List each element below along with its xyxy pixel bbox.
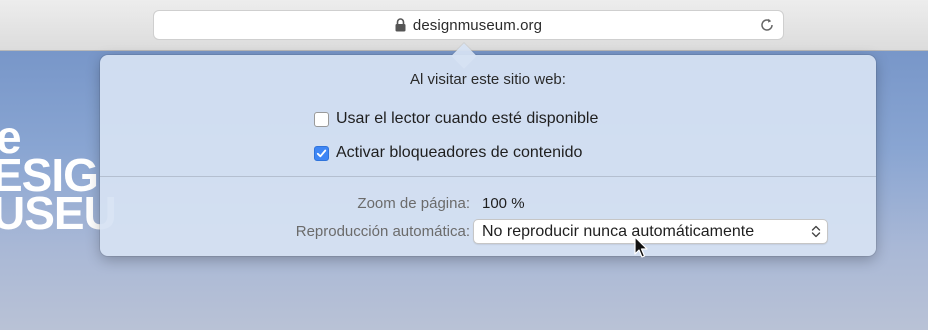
reload-icon[interactable] [759,17,775,33]
zoom-label: Zoom de página: [357,195,470,212]
url-text: designmuseum.org [412,16,543,34]
divider [100,176,876,177]
zoom-value: 100 % [482,195,525,212]
logo-line-3: USEU [0,187,117,239]
reader-option[interactable]: Usar el lector cuando esté disponible [314,110,598,128]
background-logo: e ESIG USEU [0,114,117,239]
blockers-label: Activar bloqueadores de contenido [336,144,583,161]
address-center: designmuseum.org [154,11,783,39]
autoplay-select[interactable]: No reproducir nunca automáticamente [473,219,828,244]
checkmark-icon [316,149,327,157]
blockers-option[interactable]: Activar bloqueadores de contenido [314,144,582,162]
site-settings-popover: Al visitar este sitio web: Usar el lecto… [100,43,876,256]
up-down-chevron-icon [811,225,821,238]
address-bar[interactable]: designmuseum.org [153,10,784,40]
popover-title: Al visitar este sitio web: [410,71,566,88]
blockers-checkbox[interactable] [314,145,329,161]
mouse-pointer-icon [634,236,648,258]
lock-icon [395,18,406,32]
reader-checkbox[interactable] [314,111,329,127]
reader-label: Usar el lector cuando esté disponible [336,110,599,127]
autoplay-value: No reproducir nunca automáticamente [482,223,755,240]
autoplay-label: Reproducción automática: [295,223,470,240]
